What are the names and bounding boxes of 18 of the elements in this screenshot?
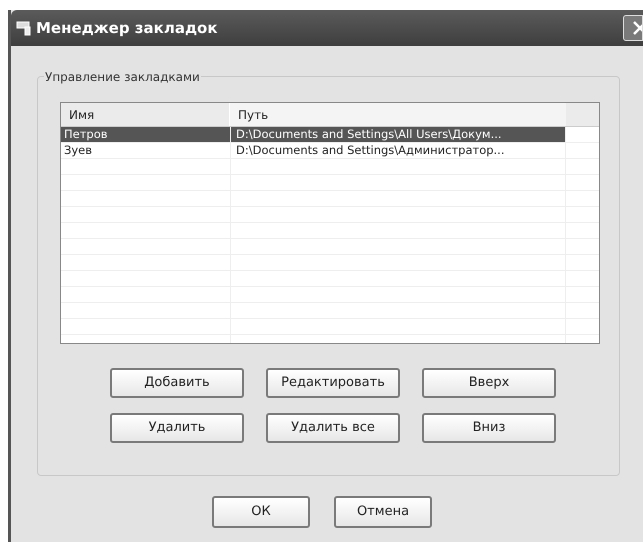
- push-button[interactable]: Удалить все: [266, 413, 400, 443]
- table-row[interactable]: Зуев D:\Documents and Settings\Администратор...: [61, 143, 599, 159]
- close-button[interactable]: [623, 15, 643, 41]
- table-row[interactable]: Петров D:\Documents and Settings\All Users\Докум...: [61, 127, 599, 143]
- push-button[interactable]: Вниз: [422, 413, 556, 443]
- push-button[interactable]: Отмена: [334, 496, 432, 528]
- window-icon: [16, 20, 32, 36]
- table-cell-text: Зуев: [63, 143, 94, 158]
- column-header[interactable]: Путь: [230, 103, 566, 126]
- push-button[interactable]: Вверх: [422, 368, 556, 398]
- table-cell: Петров: [61, 127, 230, 142]
- window-title: Менеджер закладок: [36, 18, 218, 39]
- push-button[interactable]: Редактировать: [266, 368, 400, 398]
- table-cell: D:\Documents and Settings\Администратор...: [230, 143, 565, 158]
- table-cell: D:\Documents and Settings\All Users\Докум...: [230, 127, 565, 142]
- push-button[interactable]: Добавить: [110, 368, 244, 398]
- push-button[interactable]: ОК: [212, 496, 310, 528]
- push-button[interactable]: Удалить: [110, 413, 244, 443]
